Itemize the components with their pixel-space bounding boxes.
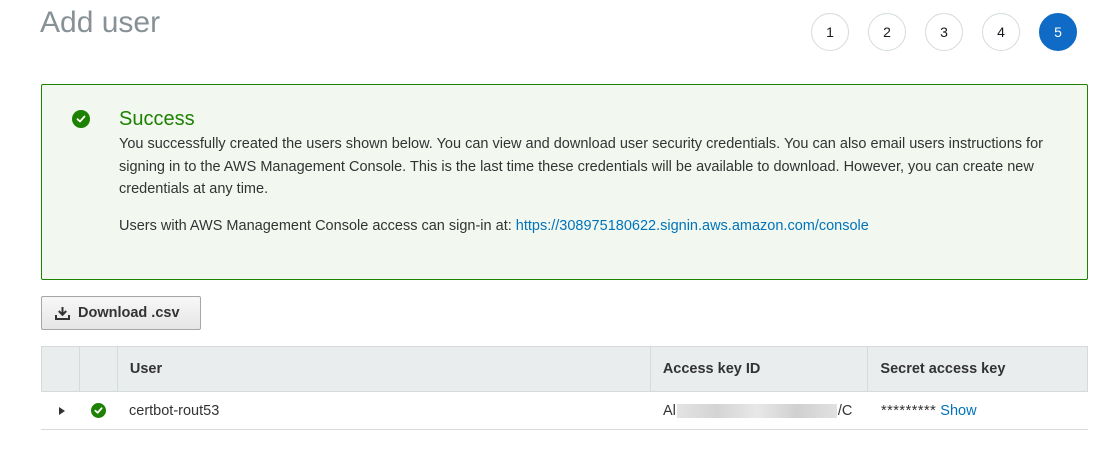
alert-body: You successfully created the users shown… [119,136,1043,197]
success-alert: Success You successfully created the use… [41,84,1088,280]
download-csv-button[interactable]: Download .csv [41,296,201,330]
expand-arrow-icon[interactable] [59,406,65,415]
table-header: User Access key ID Secret access key [41,346,1088,392]
step-3[interactable]: 3 [925,13,963,51]
step-4[interactable]: 4 [982,13,1020,51]
alert-title: Success [119,108,195,130]
user-name-cell: certbot-rout53 [129,402,220,419]
col-secret-key-header[interactable]: Secret access key [868,347,1087,391]
users-table: User Access key ID Secret access key cer… [41,346,1088,430]
console-signin-link[interactable]: https://308975180622.signin.aws.amazon.c… [516,218,869,234]
expand-cell [41,392,79,429]
page-title: Add user [40,6,161,39]
success-check-icon [90,403,106,418]
secret-key-masked: ********* [881,402,937,419]
status-cell [79,392,117,429]
access-key-prefix: Al [663,402,676,419]
wizard-steps: 1 2 3 4 5 [811,13,1077,51]
check-circle-icon [72,110,90,128]
step-2[interactable]: 2 [868,13,906,51]
col-access-key-header[interactable]: Access key ID [651,347,869,391]
redacted-blur [676,403,837,418]
signin-line: Users with AWS Management Console access… [119,218,869,234]
step-5[interactable]: 5 [1039,13,1077,51]
add-user-page: Add user 1 2 3 4 5 Success You successfu… [0,0,1110,464]
secret-key-cell: ********* Show [869,392,1088,429]
show-secret-link[interactable]: Show [940,403,976,419]
col-status-header [80,347,118,391]
access-key-cell: Al/C [651,392,869,429]
access-key-suffix: /C [837,402,853,419]
step-1[interactable]: 1 [811,13,849,51]
signin-text: Users with AWS Management Console access… [119,218,516,234]
col-user-header[interactable]: User [118,347,651,391]
download-csv-label: Download .csv [78,305,180,321]
col-expand-header [42,347,80,391]
table-row: certbot-rout53 Al/C ********* Show [41,392,1088,430]
download-icon [55,307,70,320]
